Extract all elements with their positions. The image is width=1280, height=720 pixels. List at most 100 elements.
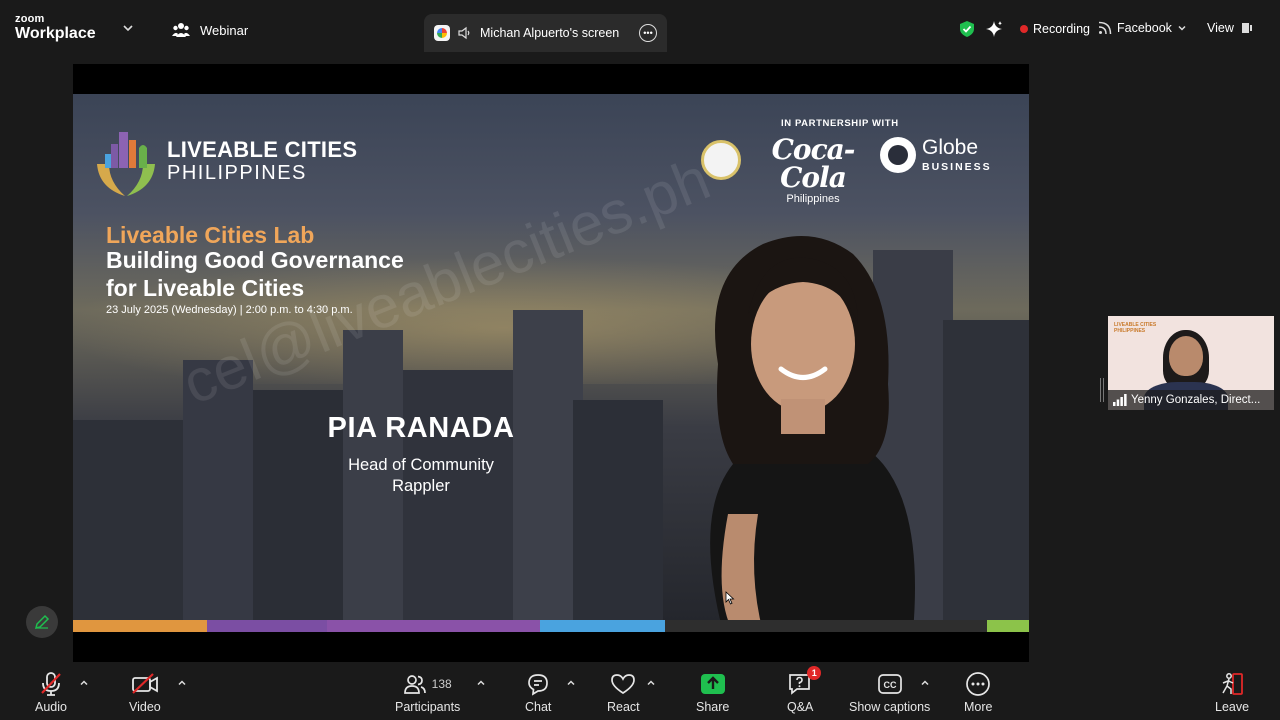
video-button[interactable]: Video (129, 670, 161, 714)
building (943, 320, 1029, 620)
closed-captions-icon: CC (877, 674, 902, 694)
stripe-segment (665, 620, 987, 632)
event-date: 23 July 2025 (Wednesday) | 2:00 p.m. to … (106, 304, 353, 316)
video-options-chevron-up-icon[interactable] (177, 678, 187, 688)
signal-strength-icon (1113, 394, 1127, 406)
mouse-cursor-icon (725, 591, 735, 605)
leave-door-icon (1222, 673, 1243, 695)
lab-title: Liveable Cities Lab (106, 222, 315, 248)
thumbnail-logo-line2: PHILIPPINES (1114, 327, 1146, 334)
shield-check-icon[interactable] (958, 20, 976, 38)
share-label: Michan Alpuerto's screen (480, 26, 620, 40)
globe-wordmark: Globe (922, 136, 979, 159)
react-button[interactable]: React (607, 670, 640, 714)
more-button[interactable]: More (964, 670, 992, 714)
speaker-photo (710, 236, 915, 632)
facebook-label: Facebook (1117, 21, 1172, 35)
session-title-line1: Building Good Governance (106, 247, 404, 273)
audio-options-chevron-up-icon[interactable] (79, 678, 89, 688)
stripe-segment (540, 620, 665, 632)
chevron-down-icon (1178, 25, 1186, 31)
microphone-muted-icon (41, 672, 61, 696)
video-label: Video (129, 700, 161, 714)
show-captions-button[interactable]: CC Show captions (849, 670, 930, 714)
chrome-app-icon (434, 25, 450, 41)
participants-button[interactable]: 138 Participants (395, 670, 460, 714)
participant-video-thumbnail[interactable]: LIVEABLE CITIES PHILIPPINES Yenny Gonzal… (1108, 316, 1274, 410)
audio-label: Audio (35, 700, 67, 714)
svg-text:CC: CC (883, 680, 896, 690)
thumbnail-drag-handle[interactable] (1100, 378, 1104, 402)
stripe-segment (987, 620, 1029, 632)
building (73, 420, 193, 620)
speaker-icon[interactable] (458, 26, 472, 40)
meeting-toolbar: Audio Video 138 Participants Chat React … (0, 662, 1280, 720)
screen-share-indicator[interactable]: Michan Alpuerto's screen ••• (424, 14, 667, 52)
share-screen-button[interactable]: Share (696, 670, 729, 714)
participants-icon (403, 675, 426, 694)
speaker-role-line2: Rappler (392, 476, 450, 495)
liveable-cities-emblem-icon (97, 132, 155, 196)
facebook-livestream-menu[interactable]: Facebook (1098, 21, 1187, 35)
view-menu[interactable]: View (1207, 21, 1253, 35)
more-label: More (964, 700, 993, 714)
participant-name: Yenny Gonzales, Direct... (1131, 394, 1261, 406)
org-name-line1: LIVEABLE CITIES (167, 136, 358, 162)
qa-button[interactable]: 1 Q&A (787, 666, 822, 714)
more-options-icon[interactable]: ••• (639, 24, 657, 42)
brand-line2: Workplace (15, 25, 96, 42)
recording-dot-icon (1020, 25, 1028, 33)
react-options-chevron-up-icon[interactable] (646, 678, 656, 688)
view-label: View (1207, 21, 1234, 35)
liveable-cities-logo: LIVEABLE CITIES PHILIPPINES (95, 124, 357, 198)
pencil-icon (34, 614, 50, 630)
chat-options-chevron-up-icon[interactable] (566, 678, 576, 688)
webinar-indicator[interactable]: Webinar (172, 22, 248, 38)
org-name-line2: PHILIPPINES (167, 161, 307, 184)
more-icon (966, 672, 991, 696)
webinar-label: Webinar (200, 22, 249, 38)
share-screen-icon (700, 674, 725, 694)
league-of-cities-seal (701, 140, 741, 180)
globe-business-logo: Globe BUSINESS (880, 137, 992, 173)
captions-options-chevron-up-icon[interactable] (920, 678, 930, 688)
presentation-slide: cel@liveablecities.ph LIVEABLE CITIES PH… (73, 94, 1029, 632)
session-title-line2: for Liveable Cities (106, 274, 305, 301)
qa-badge: 1 (807, 666, 822, 680)
chevron-down-icon[interactable] (122, 22, 134, 34)
speaker-name: PIA RANADA (327, 412, 515, 444)
heart-icon (611, 674, 636, 695)
chat-label: Chat (525, 700, 552, 714)
video-camera-off-icon (131, 673, 158, 694)
annotate-button[interactable] (26, 606, 58, 638)
livestream-icon (1098, 21, 1112, 35)
participants-label: Participants (395, 700, 461, 714)
view-layout-icon (1241, 23, 1252, 33)
participants-options-chevron-up-icon[interactable] (476, 678, 486, 688)
brand-line1: zoom (15, 13, 45, 25)
ai-companion-sparkle-icon[interactable] (985, 20, 1003, 38)
zoom-workplace-logo: zoom Workplace (15, 14, 96, 42)
stripe-segment (327, 620, 540, 632)
captions-label: Show captions (849, 700, 931, 714)
top-bar: zoom Workplace Webinar Michan Alpuerto's… (0, 0, 1280, 52)
shared-screen-area: cel@liveablecities.ph LIVEABLE CITIES PH… (73, 64, 1029, 662)
chat-button[interactable]: Chat (525, 670, 551, 714)
people-icon (172, 23, 190, 37)
audio-button[interactable]: Audio (35, 670, 67, 714)
color-stripe (73, 620, 1029, 632)
recording-label: Recording (1033, 22, 1090, 36)
speaker-role-line1: Head of Community (348, 456, 494, 474)
recording-indicator[interactable]: Recording (1020, 22, 1090, 36)
participant-nameplate: Yenny Gonzales, Direct... (1108, 390, 1274, 410)
thumbnail-background-logo: LIVEABLE CITIES PHILIPPINES (1114, 322, 1156, 334)
globe-business-label: BUSINESS (922, 161, 992, 173)
participants-count: 138 (431, 677, 452, 691)
leave-button[interactable]: Leave (1215, 670, 1249, 714)
chat-icon (528, 674, 549, 696)
stripe-segment (73, 620, 207, 632)
speaker-role: Head of Community Rappler (273, 455, 569, 496)
coca-cola-logo: Coca-Cola Philippines (763, 136, 863, 206)
stripe-segment (207, 620, 327, 632)
coca-cola-country: Philippines (786, 193, 840, 205)
